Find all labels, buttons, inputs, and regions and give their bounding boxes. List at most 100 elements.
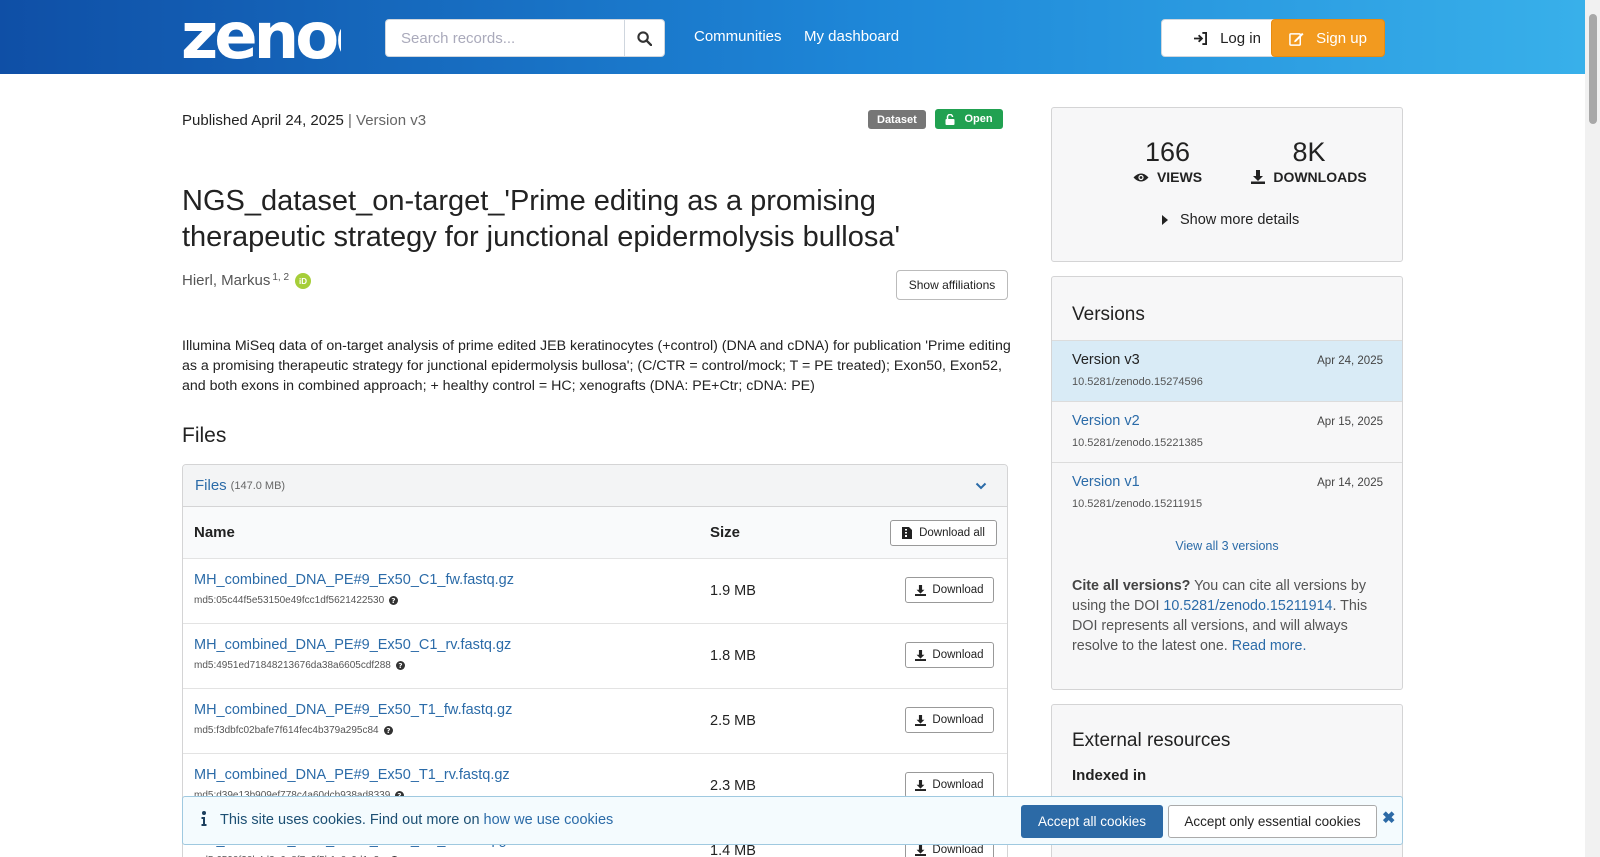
version-date: Apr 15, 2025 — [1317, 416, 1383, 428]
download-label: Download — [932, 649, 984, 661]
eye-icon — [1133, 173, 1149, 181]
file-size: 2.3 MB — [710, 778, 756, 794]
chevron-down-icon[interactable] — [975, 482, 987, 490]
download-all-label: Download all — [919, 527, 985, 539]
question-circle-icon[interactable]: ? — [383, 726, 393, 735]
file-checksum: md5:4951ed71848213676da38a6605cdf288? — [194, 660, 405, 671]
record-title: NGS_dataset_on-target_'Prime editing as … — [182, 185, 901, 253]
downloads-count: 8K — [1292, 137, 1326, 167]
version-date: Apr 14, 2025 — [1317, 477, 1383, 489]
files-total-size: (147.0 MB) — [230, 479, 286, 492]
downloads-label: DOWNLOADS — [1273, 169, 1367, 185]
version-link[interactable]: Version v2 — [1072, 413, 1140, 429]
cite-all-heading: Cite all versions? — [1072, 578, 1191, 594]
page-scrollbar[interactable] — [1585, 0, 1600, 857]
files-heading: Files — [182, 424, 227, 447]
zenodo-logo[interactable]: zenodo — [181, 6, 341, 62]
version-date: Apr 24, 2025 — [1317, 355, 1383, 367]
show-more-details-label: Show more details — [1180, 212, 1300, 228]
creator-name[interactable]: Hierl, Markus — [182, 272, 270, 289]
accept-essential-cookies-button[interactable]: Accept only essential cookies — [1168, 805, 1377, 838]
download-label: Download — [932, 714, 984, 726]
search-icon — [637, 30, 652, 46]
view-all-versions-link[interactable]: View all 3 versions — [1052, 539, 1402, 553]
version-item-v2[interactable]: Version v2 Apr 15, 2025 10.5281/zenodo.1… — [1052, 401, 1402, 462]
file-size: 2.5 MB — [710, 713, 756, 729]
read-more-link[interactable]: Read more. — [1232, 638, 1307, 654]
versions-heading: Versions — [1072, 304, 1145, 325]
download-all-button[interactable]: Download all — [890, 520, 997, 546]
cite-all-versions: Cite all versions? You can cite all vers… — [1072, 576, 1382, 656]
access-badge-label: Open — [964, 113, 993, 125]
downloads-stat: 8K DOWNLOADS — [1244, 137, 1374, 185]
file-size: 1.8 MB — [710, 648, 756, 664]
md5-text: md5:f3dbfc02bafe7f614fec4b379a295c84 — [194, 725, 379, 736]
unlock-icon — [945, 113, 955, 125]
publication-meta: Published April 24, 2025 | Version v3 — [182, 112, 426, 129]
file-name-link[interactable]: MH_combined_DNA_PE#9_Ex50_T1_rv.fastq.gz — [194, 767, 510, 783]
scrollbar-thumb[interactable] — [1589, 14, 1597, 124]
file-size: 1.4 MB — [710, 843, 756, 857]
sign-in-icon — [1194, 31, 1208, 45]
close-icon[interactable]: ✖ — [1382, 808, 1395, 828]
file-name-link[interactable]: MH_combined_DNA_PE#9_Ex50_C1_fw.fastq.gz — [194, 572, 514, 588]
cookie-text: This site uses cookies. Find out more on — [220, 812, 484, 828]
svg-text:?: ? — [392, 596, 396, 605]
version-label: Version v3 — [1072, 352, 1140, 368]
download-button[interactable]: Download — [905, 707, 994, 733]
top-header: zenodo Communities My dashboard Log in S… — [0, 0, 1585, 74]
file-name-link[interactable]: MH_combined_DNA_PE#9_Ex50_C1_rv.fastq.gz — [194, 637, 511, 653]
search-input[interactable] — [385, 19, 624, 57]
svg-text:?: ? — [386, 726, 390, 735]
file-checksum: md5:f3dbfc02bafe7f614fec4b379a295c84? — [194, 725, 393, 736]
cookie-policy-link[interactable]: how we use cookies — [484, 812, 614, 828]
resource-type-badge: Dataset — [868, 110, 926, 129]
orcid-icon[interactable]: iD — [295, 273, 312, 289]
nav-my-dashboard[interactable]: My dashboard — [804, 28, 899, 45]
show-more-details-toggle[interactable]: Show more details — [1162, 212, 1299, 228]
version-doi: 10.5281/zenodo.15221385 — [1072, 437, 1203, 449]
download-button[interactable]: Download — [905, 577, 994, 603]
login-label: Log in — [1220, 29, 1261, 47]
access-badge: Open — [935, 109, 1003, 129]
column-size: Size — [710, 524, 741, 541]
signup-label: Sign up — [1316, 29, 1367, 47]
download-icon — [915, 584, 927, 596]
concept-doi-link[interactable]: 10.5281/zenodo.15211914 — [1163, 598, 1332, 614]
version-doi: 10.5281/zenodo.15211915 — [1072, 498, 1203, 510]
info-icon — [201, 811, 207, 826]
affiliation-refs: 1, 2 — [272, 272, 290, 283]
views-label: VIEWS — [1156, 169, 1203, 185]
download-label: Download — [932, 584, 984, 596]
versions-card: Versions Version v3 Apr 24, 2025 10.5281… — [1051, 276, 1403, 690]
edit-icon — [1289, 32, 1304, 46]
file-name-link[interactable]: MH_combined_DNA_PE#9_Ex50_T1_fw.fastq.gz — [194, 702, 512, 718]
version-link[interactable]: Version v1 — [1072, 474, 1140, 490]
accept-all-cookies-button[interactable]: Accept all cookies — [1021, 805, 1163, 838]
file-archive-icon — [902, 527, 913, 539]
published-date: Published April 24, 2025 — [182, 112, 344, 129]
cookie-message: This site uses cookies. Find out more on… — [220, 812, 613, 828]
signup-button[interactable]: Sign up — [1271, 19, 1385, 57]
version-item-v1[interactable]: Version v1 Apr 14, 2025 10.5281/zenodo.1… — [1052, 462, 1402, 523]
question-circle-icon[interactable]: ? — [389, 596, 399, 605]
file-row: MH_combined_DNA_PE#9_Ex50_C1_rv.fastq.gz… — [183, 624, 1007, 689]
download-label: Download — [932, 779, 984, 791]
files-table-header: Name Size Download all — [183, 507, 1007, 559]
nav-communities[interactable]: Communities — [694, 28, 782, 45]
search-button[interactable] — [624, 19, 665, 57]
question-circle-icon[interactable]: ? — [395, 661, 405, 670]
download-button[interactable]: Download — [905, 642, 994, 668]
show-affiliations-button[interactable]: Show affiliations — [896, 270, 1008, 300]
file-row: MH_combined_DNA_PE#9_Ex50_C1_fw.fastq.gz… — [183, 559, 1007, 624]
download-icon — [915, 649, 927, 661]
search-form — [385, 19, 665, 57]
files-accordion-header[interactable]: Files (147.0 MB) — [183, 465, 1007, 507]
version-item-v3[interactable]: Version v3 Apr 24, 2025 10.5281/zenodo.1… — [1052, 340, 1402, 401]
download-icon — [915, 714, 927, 726]
download-icon — [1251, 170, 1266, 184]
views-stat: 166 VIEWS — [1115, 137, 1220, 185]
download-icon — [915, 844, 927, 856]
version-doi: 10.5281/zenodo.15274596 — [1072, 376, 1203, 388]
download-button[interactable]: Download — [905, 772, 994, 798]
